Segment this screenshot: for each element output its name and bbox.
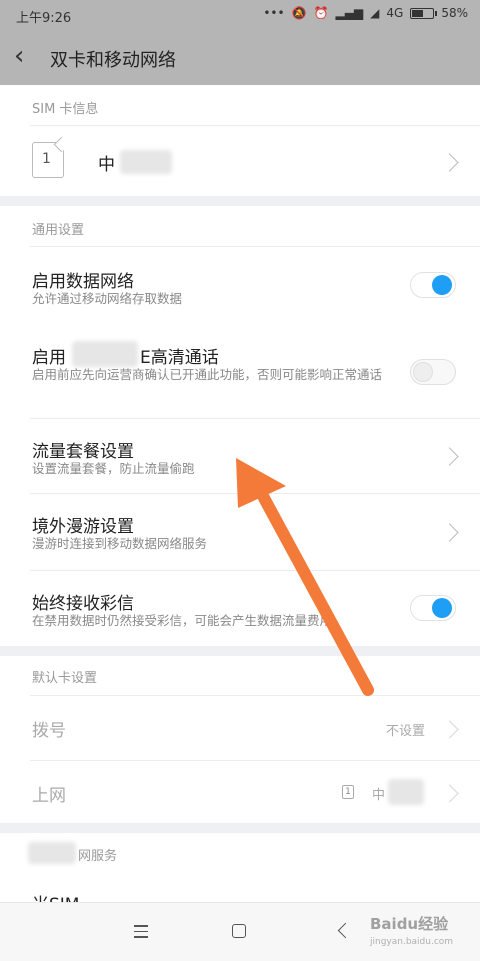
annotation-arrow <box>236 458 374 696</box>
arrow-shaft <box>258 492 374 696</box>
